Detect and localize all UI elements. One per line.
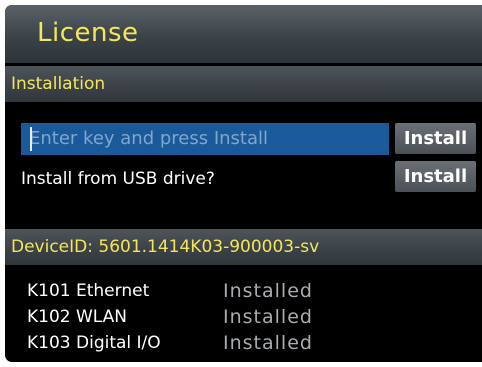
usb-install-label: Install from USB drive? [21, 169, 215, 189]
page-title: License [37, 18, 139, 48]
text-cursor [30, 127, 32, 151]
license-status: Installed [223, 306, 313, 328]
license-list: K101 Ethernet Installed K102 WLAN Instal… [27, 279, 347, 357]
license-name: K102 WLAN [27, 307, 128, 327]
license-name: K103 Digital I/O [27, 333, 161, 353]
list-item: K101 Ethernet Installed [27, 279, 347, 305]
installation-header-label: Installation [11, 74, 106, 94]
title-bar: License [5, 5, 482, 63]
install-usb-button[interactable]: Install [395, 161, 476, 192]
device-id-label: DeviceID: 5601.1414K03-900003-sv [11, 237, 320, 257]
installation-section-header: Installation [5, 66, 482, 102]
license-screen: License Installation Install Install fro… [5, 5, 482, 362]
license-status: Installed [223, 280, 313, 302]
license-name: K101 Ethernet [27, 281, 150, 301]
license-status: Installed [223, 332, 313, 354]
list-item: K103 Digital I/O Installed [27, 331, 347, 357]
device-id-header: DeviceID: 5601.1414K03-900003-sv [5, 229, 482, 265]
install-key-button[interactable]: Install [395, 123, 476, 154]
license-key-input[interactable] [21, 123, 389, 155]
list-item: K102 WLAN Installed [27, 305, 347, 331]
